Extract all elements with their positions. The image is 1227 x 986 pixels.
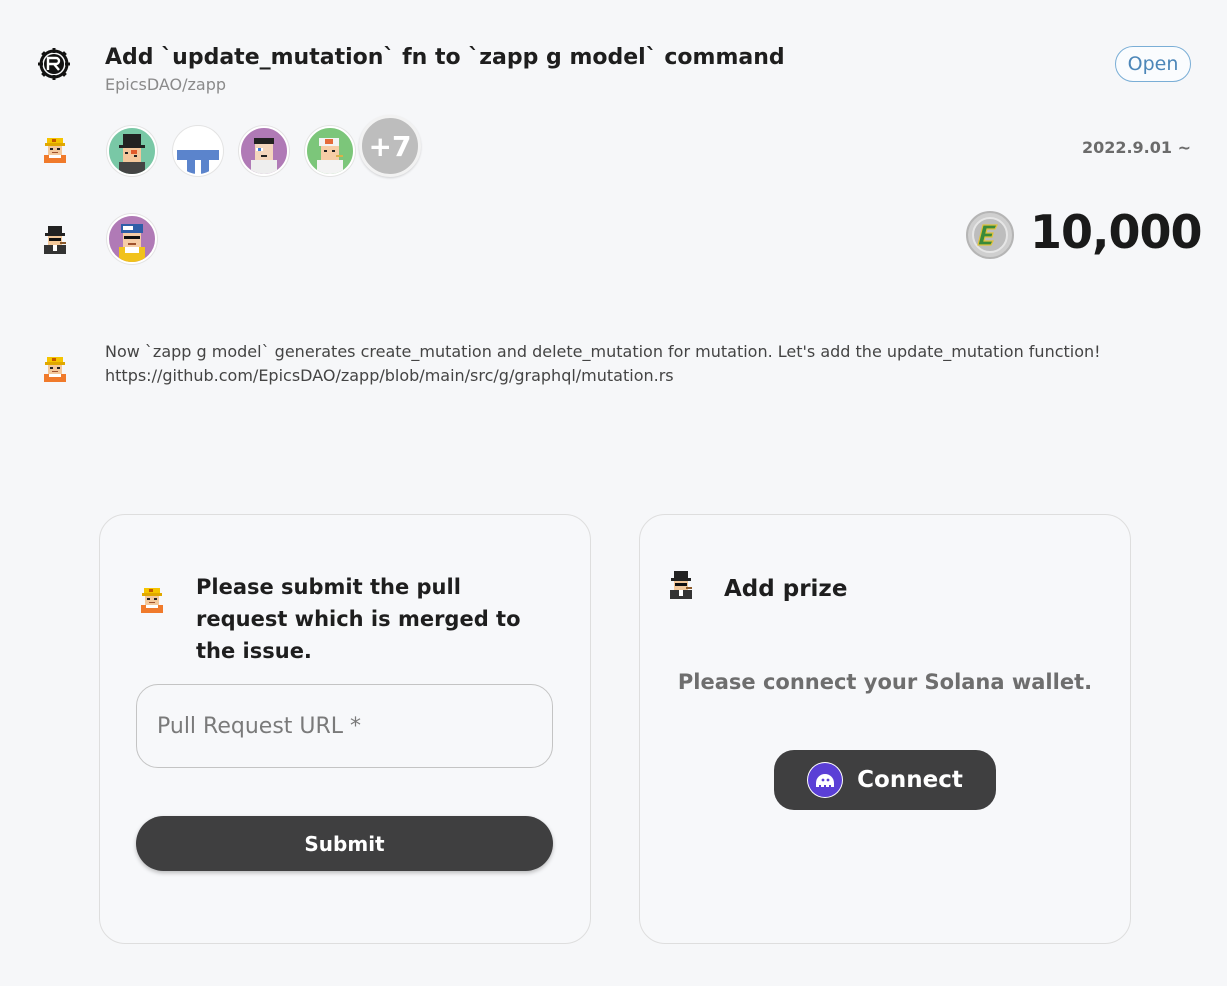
tophat-character-icon (666, 570, 696, 600)
builder-character-icon (40, 135, 70, 165)
submit-pr-heading: Please submit the pull request which is … (196, 575, 521, 663)
connect-wallet-button[interactable]: Connect (774, 750, 996, 810)
epics-coin-icon (966, 211, 1014, 259)
add-prize-heading: Add prize (724, 576, 848, 602)
connect-label: Connect (857, 767, 963, 793)
blue-cap-avatar[interactable] (107, 214, 157, 264)
add-prize-card (639, 514, 1131, 944)
prize-amount: 10,000 (1030, 205, 1203, 259)
repo-name[interactable]: EpicsDAO/zapp (105, 75, 226, 94)
issue-description: Now `zapp g model` generates create_muta… (105, 342, 1101, 361)
builder-character-icon (137, 585, 167, 615)
purple-avatar[interactable] (239, 126, 289, 176)
cap-avatar[interactable] (305, 126, 355, 176)
issue-link[interactable]: https://github.com/EpicsDAO/zapp/blob/ma… (105, 366, 674, 385)
tophat-avatar[interactable] (107, 126, 157, 176)
submit-button[interactable]: Submit (136, 816, 553, 871)
pull-request-url-input[interactable] (136, 684, 553, 768)
tophat-character-icon (40, 225, 70, 255)
builder-character-icon (40, 354, 70, 384)
more-contributors-badge[interactable]: +7 (359, 115, 421, 177)
date-range: 2022.9.01 ~ (1081, 138, 1191, 157)
status-badge: Open (1115, 46, 1191, 82)
rust-logo-icon (38, 48, 70, 80)
wallet-message: Please connect your Solana wallet. (677, 670, 1093, 694)
phantom-wallet-icon (807, 762, 844, 798)
blue-block-avatar[interactable] (173, 126, 223, 176)
issue-title: Add `update_mutation` fn to `zapp g mode… (105, 45, 785, 70)
